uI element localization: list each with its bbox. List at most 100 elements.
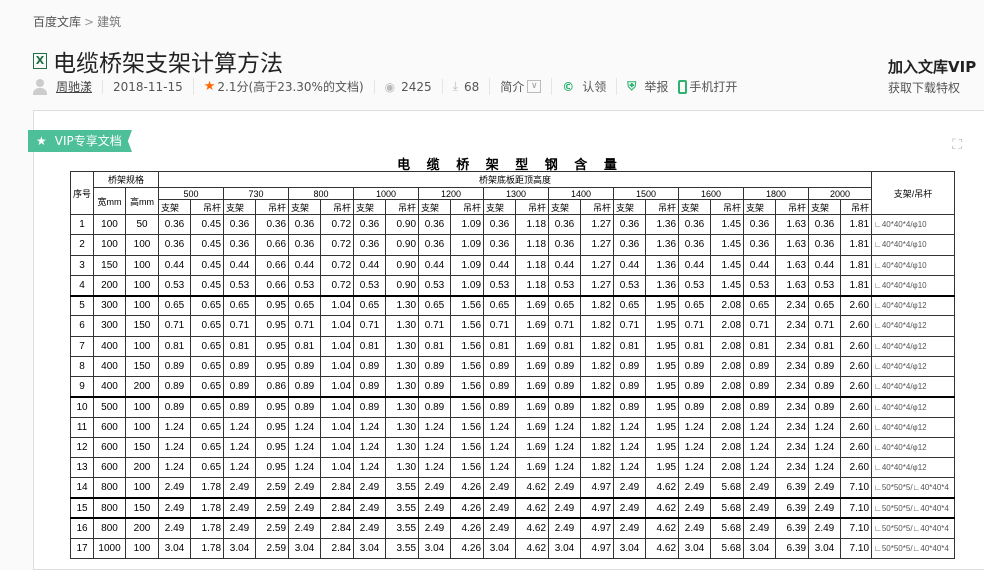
- summary-toggle[interactable]: 简介 ∨: [489, 78, 551, 95]
- bracket-value: 0.65: [743, 294, 777, 317]
- rod-value: 1.95: [645, 375, 680, 398]
- rod-value: 1.82: [580, 315, 615, 337]
- vip-privilege-text: 获取下载特权: [888, 81, 961, 95]
- row-number: 3: [69, 254, 95, 276]
- rod-value: 0.65: [190, 335, 225, 357]
- bracket-value: 0.53: [743, 274, 777, 297]
- rod-value: 2.08: [710, 436, 745, 459]
- height-value: 100: [125, 395, 160, 418]
- bracket-value: 0.89: [353, 375, 387, 398]
- rod-value: 5.68: [710, 517, 745, 540]
- doc-meta: 周驰漾 2018-11-15 ★ 2.1分(高于23.30%的文档) ◉ 2425 …: [33, 78, 747, 95]
- bracket-value: 0.36: [418, 213, 452, 236]
- bracket-value: 3.04: [808, 537, 842, 560]
- header-height: 高mm: [125, 187, 160, 215]
- breadcrumb-current[interactable]: 建筑: [97, 15, 121, 29]
- bracket-value: 0.89: [418, 375, 452, 398]
- header-rod: 吊杆: [515, 199, 550, 215]
- spec-value: ∟40*40*4/φ12: [871, 355, 956, 378]
- rod-value: 4.62: [645, 517, 680, 540]
- height-value: 150: [125, 355, 160, 378]
- width-value: 400: [93, 355, 127, 378]
- rod-value: 1.56: [450, 395, 485, 418]
- bracket-value: 0.65: [483, 294, 517, 317]
- report-button[interactable]: ⛨ 举报: [616, 78, 678, 95]
- bracket-value: 2.49: [223, 517, 257, 540]
- row-number: 11: [69, 416, 95, 438]
- rod-value: 2.60: [840, 416, 873, 438]
- bracket-value: 3.04: [548, 537, 582, 560]
- header-distance-value: 1500: [613, 187, 680, 200]
- rod-value: 2.60: [840, 436, 873, 459]
- bracket-value: 1.24: [288, 436, 322, 459]
- header-distance-value: 1200: [418, 187, 485, 200]
- rod-value: 1.69: [515, 294, 550, 317]
- header-distance-value: 730: [223, 187, 290, 200]
- bracket-value: 0.53: [158, 274, 192, 297]
- width-value: 200: [93, 274, 127, 297]
- rod-value: 1.09: [450, 234, 485, 256]
- bracket-value: 1.24: [483, 436, 517, 459]
- rod-value: 1.30: [385, 335, 420, 357]
- rod-value: 0.95: [255, 355, 290, 378]
- bracket-value: 2.49: [223, 477, 257, 499]
- rod-value: 0.36: [255, 213, 290, 236]
- rod-value: 3.55: [385, 477, 420, 499]
- height-value: 150: [125, 436, 160, 459]
- bracket-value: 0.81: [548, 335, 582, 357]
- rod-value: 3.55: [385, 496, 420, 519]
- fullscreen-icon[interactable]: ⛶: [948, 137, 966, 155]
- eye-icon: ◉: [384, 79, 396, 94]
- bracket-value: 0.36: [678, 213, 712, 236]
- rod-value: 1.63: [775, 213, 810, 236]
- bracket-value: 0.44: [548, 254, 582, 276]
- bracket-value: 0.36: [353, 213, 387, 236]
- bracket-value: 2.49: [808, 496, 842, 519]
- spec-value: ∟50*50*5/∟40*40*4: [871, 517, 956, 540]
- rod-value: 2.08: [710, 355, 745, 378]
- rod-value: 1.45: [710, 274, 745, 297]
- rod-value: 1.56: [450, 355, 485, 378]
- claim-button[interactable]: © 认领: [551, 78, 616, 95]
- rod-value: 2.34: [775, 315, 810, 337]
- summary-label: 简介: [500, 80, 525, 94]
- bracket-value: 0.36: [548, 234, 582, 256]
- table-row: 6 300 150 0.71 0.65 0.71 0.95 0.71 1.04 0.71 1.30 0…: [69, 315, 956, 337]
- bracket-value: 1.24: [743, 416, 777, 438]
- rod-value: 0.72: [320, 274, 355, 297]
- bracket-value: 0.44: [158, 254, 192, 276]
- rod-value: 1.30: [385, 375, 420, 398]
- bracket-value: 0.89: [678, 395, 712, 418]
- header-distance-value: 1400: [548, 187, 615, 200]
- table-row: 11 600 100 1.24 0.65 1.24 0.95 1.24 1.04 1.24 1.30…: [69, 416, 956, 438]
- author-link[interactable]: 周驰漾: [56, 78, 92, 95]
- vip-promo[interactable]: 加入文库VIP 获取下载特权: [888, 56, 976, 96]
- spec-value: ∟50*50*5/∟40*40*4: [871, 537, 956, 560]
- rod-value: 1.82: [580, 456, 615, 479]
- bracket-value: 3.04: [678, 537, 712, 560]
- header-rod: 吊杆: [840, 199, 873, 215]
- rod-value: 1.36: [645, 213, 680, 236]
- mobile-open-button[interactable]: 手机打开: [678, 78, 747, 95]
- bracket-value: 0.53: [548, 274, 582, 297]
- bracket-value: 0.81: [418, 335, 452, 357]
- width-value: 100: [93, 234, 127, 256]
- rod-value: 1.69: [515, 315, 550, 337]
- bracket-value: 0.36: [288, 234, 322, 256]
- breadcrumb-home[interactable]: 百度文库: [33, 15, 81, 29]
- bracket-value: 1.24: [158, 456, 192, 479]
- bracket-value: 0.89: [483, 355, 517, 378]
- rod-value: 1.69: [515, 395, 550, 418]
- rod-value: 1.45: [710, 234, 745, 256]
- bracket-value: 0.53: [418, 274, 452, 297]
- rod-value: 2.59: [255, 477, 290, 499]
- join-vip-link[interactable]: 加入文库VIP: [888, 56, 976, 77]
- bracket-value: 0.71: [223, 315, 257, 337]
- rod-value: 1.36: [645, 274, 680, 297]
- table-row: 15 800 150 2.49 1.78 2.49 2.59 2.49 2.84 2.49 3.55…: [69, 496, 956, 519]
- bracket-value: 2.49: [678, 477, 712, 499]
- bracket-value: 0.65: [353, 294, 387, 317]
- rod-value: 1.78: [190, 517, 225, 540]
- bracket-value: 0.36: [483, 234, 517, 256]
- width-value: 800: [93, 517, 127, 540]
